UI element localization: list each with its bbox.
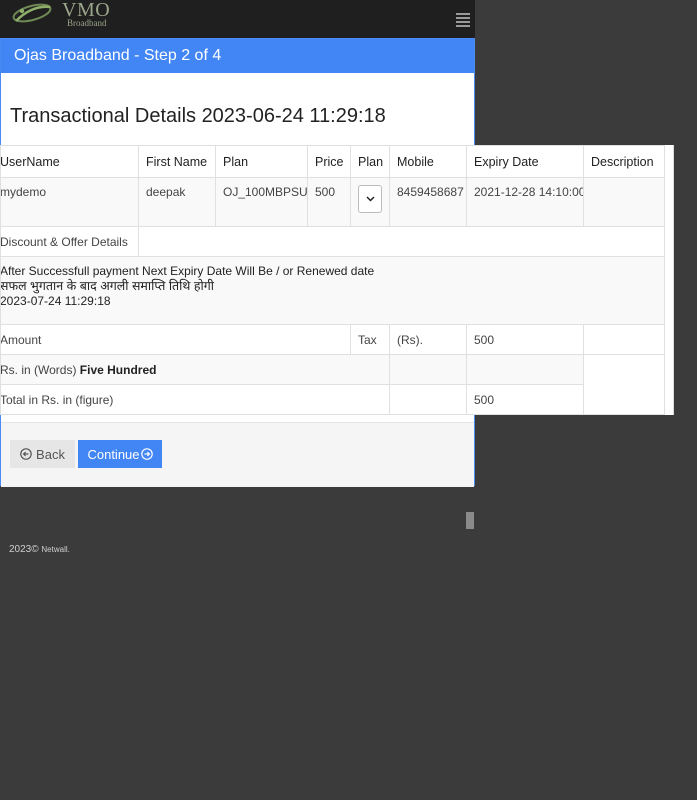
after-payment-hindi-text: सफल भुगतान के बाद अगली समाप्ति तिथि होगी [0,279,215,293]
words-empty-cell-3 [583,354,665,385]
col-header-plan-select: Plan [350,145,390,178]
page-title: Transactional Details 2023-06-24 11:29:1… [10,105,386,127]
continue-button-label: Continue [87,446,140,462]
table-row: mydemo deepak OJ_100MBPSUL 500 845945868… [0,177,665,227]
amount-label: Amount [0,324,351,355]
col-header-description: Description [583,145,665,178]
col-header-first-name: First Name [138,145,216,178]
discount-label: Discount & Offer Details [0,226,139,257]
tax-label: Tax [350,324,390,355]
table-header-row: UserName First Name Plan Price Plan Mobi… [0,145,665,178]
continue-button[interactable]: Continue [78,440,162,468]
total-label: Total in Rs. in (figure) [0,384,390,415]
cell-description [583,177,665,227]
words-label: Rs. in (Words) [0,362,77,377]
cell-price: 500 [307,177,351,227]
col-header-plan: Plan [215,145,308,178]
cell-mobile: 8459458687 [389,177,467,227]
col-header-price: Price [307,145,351,178]
cell-expiry: 2021-12-28 14:10:00 [466,177,584,227]
plan-dropdown[interactable] [358,185,382,213]
chevron-down-icon [365,196,375,202]
total-row: Total in Rs. in (figure) 500 [0,384,665,415]
total-trailing-cell [583,384,665,415]
amount-value: 500 [466,324,584,355]
copyright: 2023© Netwall. [9,544,70,555]
col-header-username: UserName [0,145,139,178]
arrow-left-circle-icon [20,448,32,460]
after-payment-text: After Successfull payment Next Expiry Da… [0,264,375,278]
scroll-handle[interactable] [466,512,474,529]
total-value: 500 [466,384,584,415]
words-value: Five Hundred [79,362,157,377]
total-empty-cell [389,384,467,415]
discount-row: Discount & Offer Details [0,226,665,257]
copyright-year: 2023© [9,544,39,555]
words-cell: Rs. in (Words) Five Hundred [0,354,390,385]
amount-row: Amount Tax (Rs). 500 [0,324,665,355]
copyright-brand: Netwall. [41,545,70,554]
back-button-label: Back [36,446,65,462]
discount-value [138,226,665,257]
next-expiry-row: After Successfull payment Next Expiry Da… [0,256,665,325]
transaction-table: UserName First Name Plan Price Plan Mobi… [0,145,665,415]
menu-icon[interactable] [456,13,470,27]
col-header-mobile: Mobile [389,145,467,178]
cell-first-name: deepak [138,177,216,227]
words-empty-cell-1 [389,354,467,385]
words-row: Rs. in (Words) Five Hundred [0,354,665,385]
amount-empty-cell [583,324,665,355]
arrow-right-circle-icon [140,448,153,460]
back-button[interactable]: Back [10,440,75,468]
top-navbar: VMO Broadband [0,0,475,38]
words-empty-cell-2 [466,354,584,385]
brand-subtitle: Broadband [67,18,107,28]
cell-plan: OJ_100MBPSUL [215,177,308,227]
brand-logo[interactable]: VMO Broadband [10,0,110,31]
cell-username: mydemo [0,177,139,227]
next-expiry-cell: After Successfull payment Next Expiry Da… [0,256,665,325]
cell-plan-select [350,177,390,227]
panel-footer: Back Continue [1,422,474,487]
step-header: Ojas Broadband - Step 2 of 4 [1,39,474,73]
col-header-expiry: Expiry Date [466,145,584,178]
next-expiry-date: 2023-07-24 11:29:18 [0,294,111,308]
rs-label: (Rs). [389,324,467,355]
transaction-table-card: UserName First Name Plan Price Plan Mobi… [0,145,674,415]
logo-swirl-icon [12,3,52,23]
